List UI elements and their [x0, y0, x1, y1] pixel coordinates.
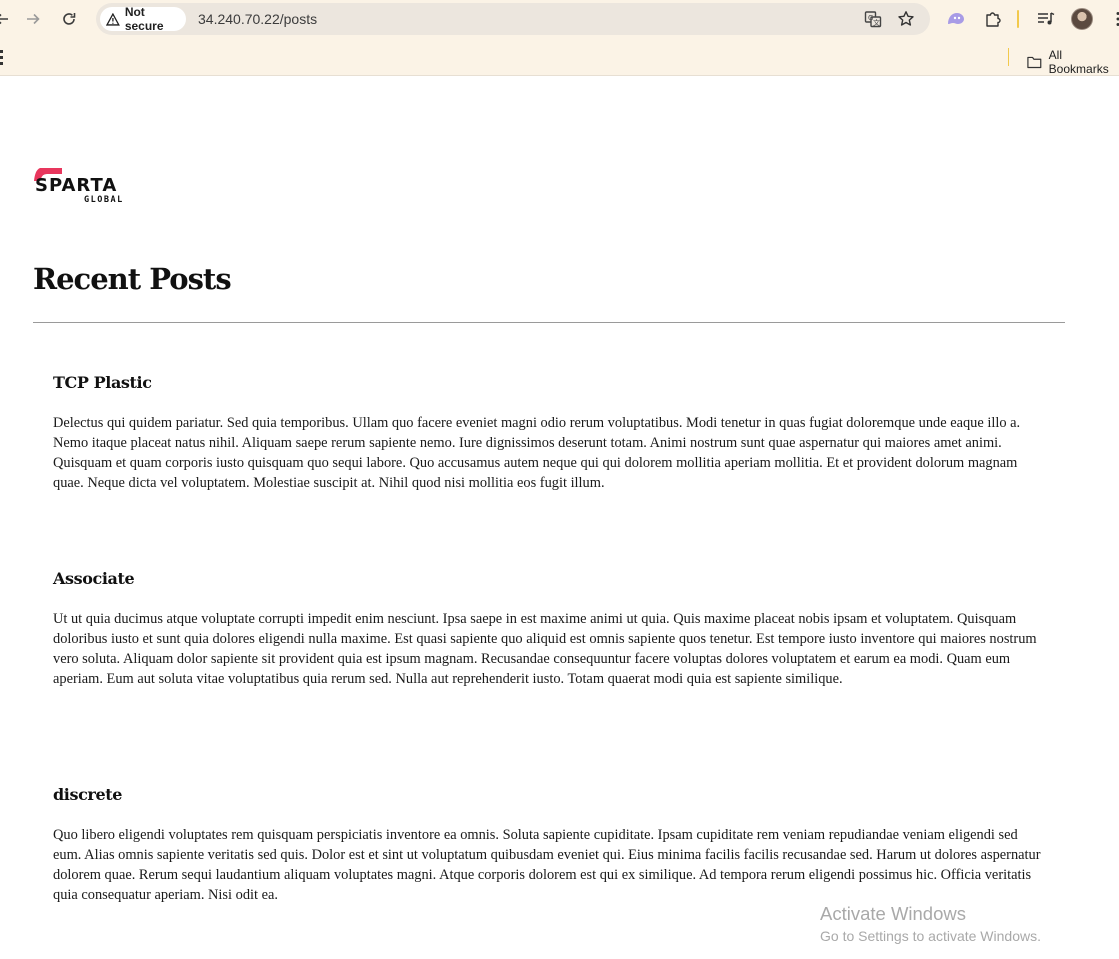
post-item: TCP Plastic Delectus qui quidem pariatur…: [53, 373, 1053, 493]
svg-text:SPARTA: SPARTA: [35, 175, 117, 196]
security-label: Not secure: [124, 5, 164, 33]
bookmarks-divider: [1008, 48, 1009, 66]
translate-icon[interactable]: G文: [863, 9, 883, 29]
puzzle-icon[interactable]: [982, 8, 1004, 30]
activate-windows-watermark: Activate Windows Go to Settings to activ…: [820, 903, 1041, 944]
title-divider: [33, 322, 1065, 323]
apps-grid-icon[interactable]: [0, 48, 5, 71]
media-queue-icon[interactable]: [1035, 8, 1057, 30]
post-item: discrete Quo libero eligendi voluptates …: [53, 785, 1053, 905]
post-body: Quo libero eligendi voluptates rem quisq…: [53, 827, 1041, 903]
svg-text:GLOBAL: GLOBAL: [84, 195, 124, 205]
post-item: Associate Ut ut quia ducimus atque volup…: [53, 569, 1053, 689]
post-body: Ut ut quia ducimus atque voluptate corru…: [53, 611, 1037, 687]
sparta-global-logo: SPARTA GLOBAL: [34, 168, 124, 205]
star-icon[interactable]: [896, 9, 916, 29]
page-content: SPARTA GLOBAL Recent Posts TCP Plastic D…: [0, 77, 1119, 959]
post-title[interactable]: discrete: [53, 785, 1053, 804]
arrow-right-icon[interactable]: [21, 7, 45, 31]
all-bookmarks-button[interactable]: All Bookmarks: [1027, 48, 1119, 76]
activate-windows-title: Activate Windows: [820, 903, 966, 924]
page-title: Recent Posts: [33, 262, 232, 296]
address-bar[interactable]: Not secure 34.240.70.22/posts G文: [96, 3, 930, 35]
warning-triangle-icon: [106, 12, 120, 26]
all-bookmarks-label: All Bookmarks: [1048, 48, 1109, 76]
activate-windows-subtitle: Go to Settings to activate Windows.: [820, 928, 1041, 944]
extension-blob-icon[interactable]: [945, 8, 967, 30]
url-text[interactable]: 34.240.70.22/posts: [198, 11, 317, 27]
arrow-left-icon[interactable]: [0, 7, 14, 31]
toolbar-divider: [1017, 10, 1019, 28]
svg-text:文: 文: [873, 18, 880, 27]
reload-icon[interactable]: [57, 7, 81, 31]
bookmarks-bar: All Bookmarks: [0, 38, 1119, 76]
post-title[interactable]: TCP Plastic: [53, 373, 1053, 392]
avatar[interactable]: [1071, 8, 1093, 30]
security-chip[interactable]: Not secure: [100, 5, 186, 33]
folder-icon: [1027, 56, 1042, 69]
browser-toolbar: Not secure 34.240.70.22/posts G文: [0, 0, 1119, 38]
kebab-menu-icon[interactable]: [1107, 8, 1119, 30]
post-body: Delectus qui quidem pariatur. Sed quia t…: [53, 415, 1021, 491]
post-title[interactable]: Associate: [53, 569, 1053, 588]
